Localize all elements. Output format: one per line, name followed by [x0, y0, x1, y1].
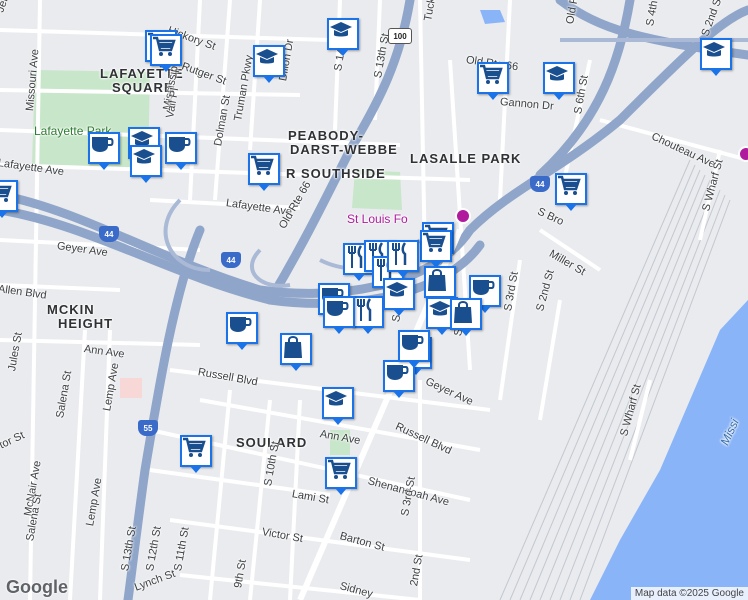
poi-pin-icon[interactable]	[455, 208, 471, 224]
hospital-area	[120, 378, 142, 398]
interstate-shield-icon: 55	[138, 420, 158, 436]
fork-knife-marker[interactable]	[387, 240, 419, 278]
shopping-cart-marker[interactable]	[180, 435, 212, 473]
coffee-cup-marker[interactable]	[88, 132, 120, 170]
coffee-cup-marker[interactable]	[165, 132, 197, 170]
fork-knife-marker[interactable]	[352, 296, 384, 334]
map-attribution[interactable]: Map data ©2025 Google	[630, 587, 748, 600]
coffee-cup-marker[interactable]	[323, 296, 355, 334]
graduation-cap-marker[interactable]	[700, 38, 732, 76]
shopping-cart-marker[interactable]	[150, 34, 182, 72]
coffee-cup-marker[interactable]	[226, 312, 258, 350]
shopping-cart-marker[interactable]	[555, 173, 587, 211]
shopping-cart-marker[interactable]	[248, 153, 280, 191]
shopping-bag-marker[interactable]	[280, 333, 312, 371]
google-logo: Google	[6, 577, 68, 597]
mississippi-river	[590, 300, 748, 600]
park-small-2	[330, 430, 350, 455]
graduation-cap-marker[interactable]	[543, 62, 575, 100]
graduation-cap-marker[interactable]	[253, 45, 285, 83]
shopping-bag-marker[interactable]	[424, 266, 456, 304]
graduation-cap-marker[interactable]	[130, 145, 162, 183]
graduation-cap-marker[interactable]	[383, 278, 415, 316]
pond	[480, 10, 505, 24]
interstate-shield-icon: 44	[99, 226, 119, 242]
shopping-cart-marker[interactable]	[0, 180, 18, 218]
graduation-cap-marker[interactable]	[327, 18, 359, 56]
coffee-cup-marker[interactable]	[398, 330, 430, 368]
poi-pin-icon[interactable]	[738, 146, 748, 162]
map-canvas[interactable]: LAFAYETTE SQUARE PEABODY- DARST-WEBBE LA…	[0, 0, 748, 600]
interstate-shield-icon: 44	[530, 176, 550, 192]
shopping-cart-marker[interactable]	[325, 457, 357, 495]
interstate-shield-icon: 44	[221, 252, 241, 268]
shopping-cart-marker[interactable]	[420, 230, 452, 268]
shopping-cart-marker[interactable]	[477, 62, 509, 100]
graduation-cap-marker[interactable]	[322, 387, 354, 425]
us-route-shield-icon: 100	[388, 28, 412, 44]
shopping-bag-marker[interactable]	[450, 298, 482, 336]
